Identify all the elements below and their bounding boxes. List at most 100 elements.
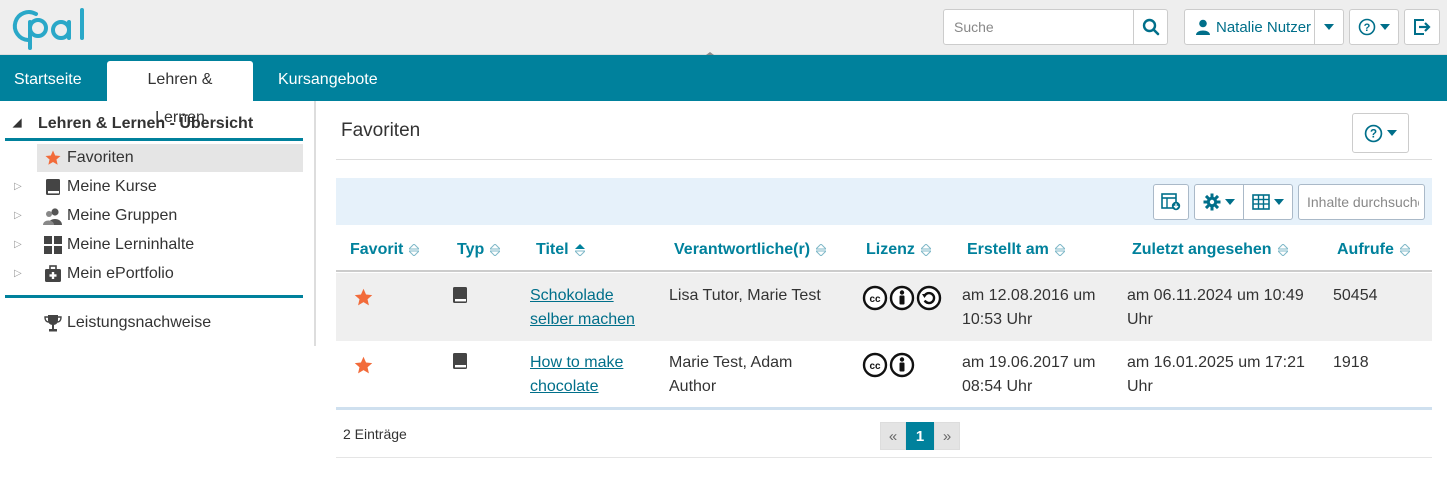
course-title-link[interactable]: How to make chocolate bbox=[530, 354, 623, 395]
caret-down-icon bbox=[1225, 199, 1235, 205]
sidebar: ◢ Lehren & Lernen - Übersicht Favoriten … bbox=[0, 101, 316, 346]
favorite-star-button[interactable] bbox=[353, 355, 374, 384]
tab-lehren-lernen[interactable]: Lehren & Lernen bbox=[107, 61, 253, 126]
expand-triangle-icon[interactable]: ▷ bbox=[14, 239, 24, 250]
title-line: Schokolade bbox=[530, 287, 614, 304]
column-label: Zuletzt angesehen bbox=[1132, 241, 1272, 258]
column-label: Aufrufe bbox=[1337, 241, 1394, 258]
pagination: « 1 » bbox=[880, 422, 960, 450]
table-row: How to make chocolate Marie Test, Adam Aut… bbox=[336, 341, 1432, 407]
help-icon: ? bbox=[1364, 124, 1383, 142]
created-cell: am 12.08.2016 um 10:53 Uhr bbox=[962, 284, 1095, 332]
table-filter bbox=[1298, 184, 1425, 220]
views-cell: 50454 bbox=[1333, 287, 1378, 304]
viewed-line: am 16.01.2025 um 17:21 bbox=[1127, 354, 1305, 371]
footer-divider bbox=[336, 457, 1432, 458]
column-header-lizenz[interactable]: Lizenz bbox=[866, 241, 931, 259]
views-cell: 1918 bbox=[1333, 354, 1369, 371]
table-export-icon bbox=[1161, 193, 1181, 211]
grid-icon bbox=[42, 235, 64, 255]
user-menu-toggle[interactable] bbox=[1315, 24, 1343, 30]
help-icon: ? bbox=[1358, 18, 1376, 36]
title-cell: Schokolade selber machen bbox=[530, 284, 635, 332]
pager-prev-button[interactable]: « bbox=[880, 422, 906, 450]
caret-down-icon bbox=[1324, 24, 1334, 30]
sidebar-item-label: Meine Lerninhalte bbox=[67, 236, 195, 253]
cc-by-license-icon: cc bbox=[862, 352, 915, 378]
user-name: Natalie Nutzer bbox=[1216, 18, 1312, 36]
expand-triangle-icon[interactable]: ▷ bbox=[14, 210, 24, 221]
gear-icon bbox=[1203, 193, 1221, 211]
title-cell: How to make chocolate bbox=[530, 351, 623, 399]
global-search bbox=[943, 9, 1168, 45]
columns-menu-button[interactable] bbox=[1243, 184, 1293, 220]
collapse-triangle-icon[interactable]: ◢ bbox=[13, 116, 21, 129]
column-label: Verantwortliche(r) bbox=[674, 241, 811, 258]
logout-icon bbox=[1414, 19, 1431, 35]
sidebar-item-favoriten[interactable]: Favoriten bbox=[37, 144, 303, 172]
column-label: Lizenz bbox=[866, 241, 915, 258]
sidebar-item-meine-lerninhalte[interactable]: Meine Lerninhalte bbox=[37, 231, 303, 259]
svg-text:cc: cc bbox=[869, 294, 881, 305]
viewed-line: am 06.11.2024 um 10:49 bbox=[1127, 287, 1304, 304]
title-line: selber machen bbox=[530, 311, 635, 328]
sort-icon bbox=[816, 244, 827, 256]
svg-text:cc: cc bbox=[869, 361, 881, 372]
table-toolbar bbox=[336, 178, 1432, 225]
table-filter-input[interactable] bbox=[1299, 185, 1419, 219]
svg-text:?: ? bbox=[1370, 127, 1377, 140]
column-header-typ[interactable]: Typ bbox=[457, 241, 501, 259]
expand-triangle-icon[interactable]: ▷ bbox=[14, 181, 24, 192]
tab-kursangebote[interactable]: Kursangebote bbox=[264, 61, 392, 101]
tab-startseite[interactable]: Startseite bbox=[0, 61, 96, 101]
sort-icon bbox=[490, 244, 501, 256]
column-header-aufrufe[interactable]: Aufrufe bbox=[1337, 241, 1410, 259]
viewed-cell: am 06.11.2024 um 10:49 Uhr bbox=[1127, 284, 1304, 332]
sidebar-item-meine-kurse[interactable]: Meine Kurse bbox=[37, 173, 303, 201]
user-icon bbox=[1196, 19, 1210, 35]
license-cell[interactable]: cc bbox=[862, 285, 942, 319]
search-input[interactable] bbox=[944, 10, 1133, 44]
sidebar-heading[interactable]: ◢ Lehren & Lernen - Übersicht bbox=[5, 111, 303, 141]
help-menu-button[interactable]: ? bbox=[1349, 9, 1399, 45]
table-bottom-border bbox=[336, 407, 1432, 410]
search-button[interactable] bbox=[1133, 10, 1167, 44]
column-header-zuletzt[interactable]: Zuletzt angesehen bbox=[1132, 241, 1288, 259]
caret-down-icon bbox=[1380, 24, 1390, 30]
viewed-line: Uhr bbox=[1127, 378, 1153, 395]
caret-down-icon bbox=[1274, 199, 1284, 205]
sidebar-item-label: Meine Gruppen bbox=[67, 207, 178, 224]
license-cell[interactable]: cc bbox=[862, 352, 916, 386]
sort-icon bbox=[920, 244, 931, 256]
settings-menu-button[interactable] bbox=[1194, 184, 1244, 220]
user-menu-button[interactable]: Natalie Nutzer bbox=[1185, 10, 1315, 44]
logout-button[interactable] bbox=[1404, 9, 1440, 45]
table-header: Favorit Typ Titel Verantwortliche(r) Liz… bbox=[336, 228, 1432, 272]
column-header-verantwortliche[interactable]: Verantwortliche(r) bbox=[674, 241, 827, 259]
created-cell: am 19.06.2017 um 08:54 Uhr bbox=[962, 351, 1095, 399]
export-button[interactable] bbox=[1153, 184, 1189, 220]
group-icon bbox=[42, 206, 64, 226]
column-header-erstellt[interactable]: Erstellt am bbox=[967, 241, 1065, 259]
top-header: Natalie Nutzer ? bbox=[0, 0, 1447, 58]
trophy-icon bbox=[42, 313, 64, 333]
sidebar-item-meine-gruppen[interactable]: Meine Gruppen bbox=[37, 202, 303, 230]
page-help-button[interactable]: ? bbox=[1352, 113, 1409, 153]
sidebar-item-mein-eportfolio[interactable]: Mein ePortfolio bbox=[37, 260, 303, 288]
title-line: chocolate bbox=[530, 378, 599, 395]
created-line: 08:54 Uhr bbox=[962, 378, 1033, 395]
pager-next-button[interactable]: » bbox=[934, 422, 960, 450]
owners-cell: Lisa Tutor, Marie Test bbox=[669, 287, 821, 304]
created-line: 10:53 Uhr bbox=[962, 311, 1033, 328]
opal-logo[interactable] bbox=[6, 6, 96, 50]
course-title-link[interactable]: Schokolade selber machen bbox=[530, 287, 635, 328]
expand-triangle-icon[interactable]: ▷ bbox=[14, 268, 24, 279]
star-icon bbox=[354, 356, 373, 374]
title-line: How to make bbox=[530, 354, 624, 371]
column-header-favorit[interactable]: Favorit bbox=[350, 241, 420, 259]
sidebar-item-leistungsnachweise[interactable]: Leistungsnachweise bbox=[37, 309, 303, 337]
entry-count: 2 Einträge bbox=[343, 426, 407, 442]
column-header-titel[interactable]: Titel bbox=[536, 241, 585, 259]
favorite-star-button[interactable] bbox=[353, 287, 374, 316]
pager-page-1[interactable]: 1 bbox=[906, 422, 934, 450]
